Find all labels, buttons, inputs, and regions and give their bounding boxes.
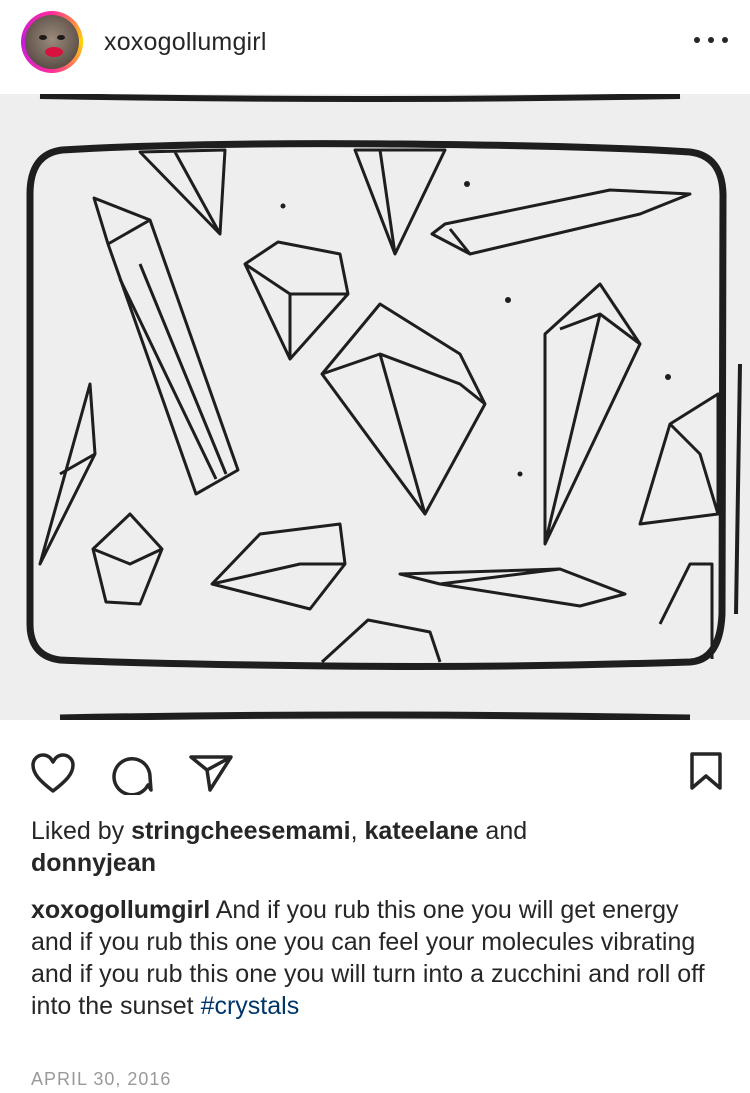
- dot: [708, 37, 714, 43]
- dot: [694, 37, 700, 43]
- post-username[interactable]: xoxogollumgirl: [104, 28, 267, 57]
- liker-link[interactable]: stringcheesemami: [131, 817, 351, 845]
- post-image[interactable]: [0, 94, 750, 720]
- heart-icon[interactable]: [30, 752, 76, 794]
- post-header: xoxogollumgirl: [0, 0, 750, 94]
- hashtag-link[interactable]: #crystals: [201, 992, 300, 1020]
- post-caption: xoxogollumgirl And if you rub this one y…: [31, 894, 721, 1022]
- liked-by-text: Liked by stringcheesemami, kateelane and…: [31, 815, 721, 879]
- bookmark-icon[interactable]: [689, 751, 723, 791]
- avatar-mouth: [45, 47, 63, 57]
- liker-link[interactable]: donnyjean: [31, 849, 156, 877]
- avatar[interactable]: [21, 11, 83, 73]
- crystal-drawing: [0, 94, 750, 720]
- post-actions-bar: [0, 720, 750, 820]
- post-date: APRIL 30, 2016: [31, 1069, 172, 1089]
- dot: [722, 37, 728, 43]
- avatar-image: [25, 15, 79, 69]
- comment-icon[interactable]: [110, 751, 154, 795]
- liked-by-separator: ,: [350, 817, 365, 845]
- caption-username[interactable]: xoxogollumgirl: [31, 896, 210, 924]
- liker-link[interactable]: kateelane: [365, 817, 479, 845]
- liked-by-prefix: Liked by: [31, 817, 132, 845]
- avatar-eye-left: [39, 35, 47, 40]
- liked-by-conjunction: and: [478, 817, 528, 845]
- more-options-icon[interactable]: [694, 25, 728, 55]
- send-icon[interactable]: [188, 753, 234, 793]
- avatar-eye-right: [57, 35, 65, 40]
